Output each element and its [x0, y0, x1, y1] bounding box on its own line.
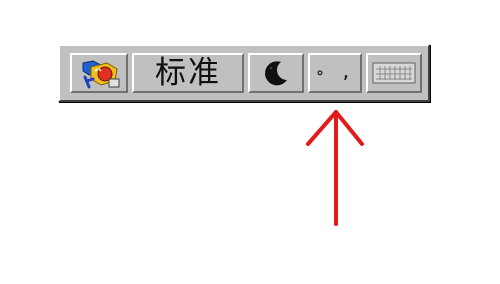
- input-mode-button[interactable]: 标准: [132, 53, 244, 93]
- ime-logo-button[interactable]: [70, 53, 128, 93]
- full-half-width-toggle[interactable]: [248, 53, 304, 93]
- punctuation-glyph: ∘ ,: [315, 64, 355, 82]
- ime-logo-icon: [78, 58, 120, 89]
- punctuation-toggle[interactable]: ∘ ,: [308, 53, 362, 93]
- moon-icon: [265, 61, 287, 86]
- soft-keyboard-button[interactable]: [366, 53, 422, 93]
- ime-status-bar: 标准 ∘ ,: [58, 44, 430, 102]
- keyboard-icon: [372, 62, 416, 84]
- red-arrow-icon: [306, 110, 364, 226]
- input-mode-label: 标准: [155, 54, 221, 91]
